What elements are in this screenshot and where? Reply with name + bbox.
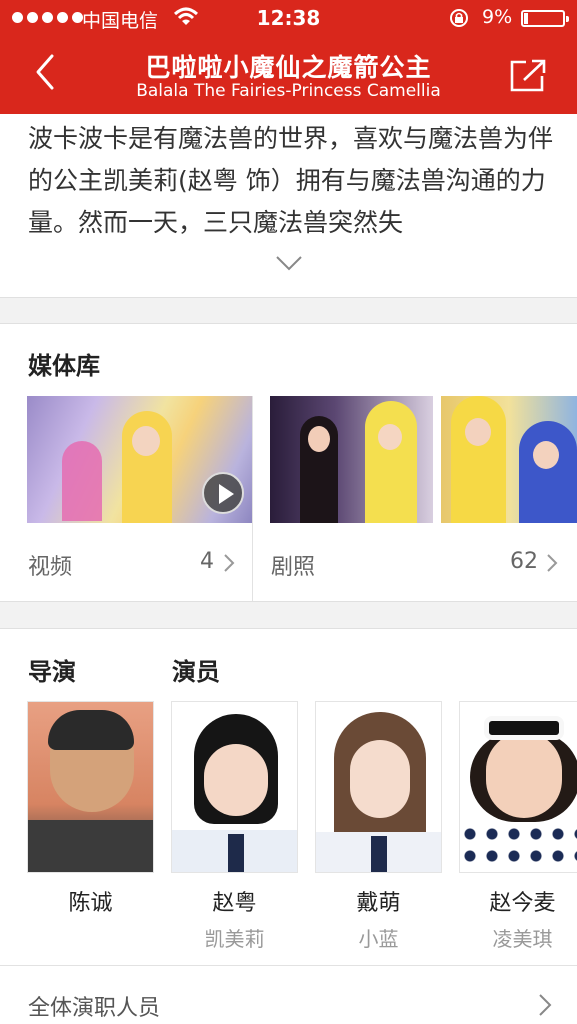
share-button[interactable]: [508, 58, 548, 94]
media-column-divider: [252, 396, 253, 601]
page-subtitle: Balala The Fairies-Princess Camellia: [136, 81, 441, 101]
person-role: 小蓝: [358, 927, 399, 951]
all-cast-chevron-right-icon[interactable]: [538, 993, 552, 1017]
avatar: [459, 701, 577, 873]
video-thumbnail[interactable]: [27, 396, 252, 523]
stills-chevron-right-icon: [547, 554, 558, 572]
media-section-title: 媒体库: [28, 352, 100, 380]
cast-section-title: 演员: [172, 658, 220, 686]
battery-icon: [521, 10, 569, 27]
stills-thumbnail-1[interactable]: [270, 396, 433, 523]
header-bar: 中国电信 12:38 9% 巴啦啦小魔仙之魔箭公主 Balala The Fai…: [0, 0, 577, 114]
avatar: [171, 701, 298, 873]
list-divider: [0, 965, 577, 966]
person-card-director[interactable]: 陈诚: [27, 701, 154, 917]
back-button[interactable]: [30, 52, 60, 92]
avatar: [315, 701, 442, 873]
battery-percent: 9%: [482, 6, 513, 28]
person-role: 凯美莉: [204, 927, 265, 951]
person-card-cast-2[interactable]: 戴萌 小蓝: [315, 701, 442, 952]
person-name: 赵今麦: [489, 891, 556, 916]
stills-count[interactable]: 62: [470, 549, 538, 574]
person-name: 陈诚: [68, 891, 113, 916]
section-divider: [0, 297, 577, 324]
video-count[interactable]: 4: [150, 549, 214, 574]
rotation-lock-icon: [450, 9, 468, 27]
director-section-title: 导演: [28, 658, 76, 686]
stills-thumbnail-2[interactable]: [441, 396, 577, 523]
person-card-cast-1[interactable]: 赵粤 凯美莉: [171, 701, 298, 952]
stills-label[interactable]: 剧照: [271, 549, 315, 581]
video-label[interactable]: 视频: [28, 549, 72, 581]
video-chevron-right-icon: [224, 554, 235, 572]
person-name: 赵粤: [212, 891, 257, 916]
all-cast-link[interactable]: 全体演职人员: [28, 990, 160, 1022]
synopsis-text: 波卡波卡是有魔法兽的世界，喜欢与魔法兽为伴的公主凯美莉(赵粤 饰）拥有与魔法兽沟…: [28, 124, 554, 237]
play-icon: [202, 472, 244, 514]
person-role: 凌美琪: [492, 927, 553, 951]
page-title: 巴啦啦小魔仙之魔箭公主: [145, 53, 432, 82]
status-bar: 中国电信 12:38 9%: [0, 0, 577, 38]
person-card-cast-3[interactable]: 赵今麦 凌美琪: [459, 701, 577, 952]
avatar: [27, 701, 154, 873]
person-name: 戴萌: [356, 891, 401, 916]
expand-synopsis-button[interactable]: [275, 254, 303, 272]
section-divider: [0, 601, 577, 629]
